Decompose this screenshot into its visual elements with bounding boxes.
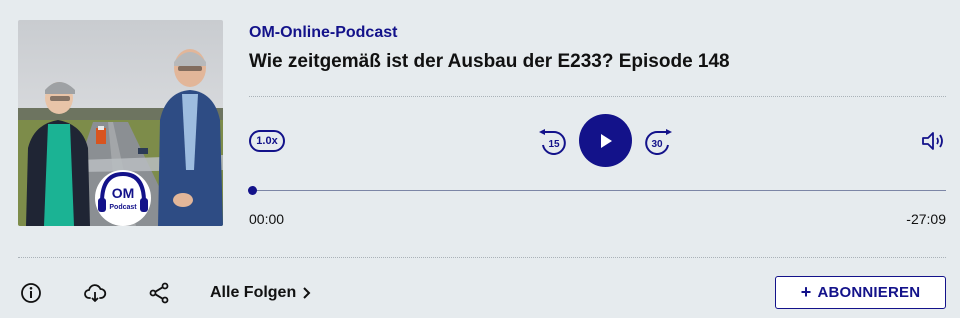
elapsed-time: 00:00 bbox=[249, 211, 285, 227]
chevron-right-icon bbox=[303, 287, 311, 299]
rewind-seconds-label: 15 bbox=[548, 139, 560, 150]
rewind-icon: 15 bbox=[539, 129, 566, 155]
share-icon bbox=[149, 282, 169, 304]
info-button[interactable] bbox=[19, 281, 43, 305]
forward-seconds-label: 30 bbox=[651, 139, 663, 150]
speaker-icon bbox=[922, 132, 943, 150]
progress-bar[interactable] bbox=[252, 190, 946, 191]
playback-speed-button[interactable]: 1.0x bbox=[249, 130, 285, 152]
info-icon bbox=[21, 283, 41, 303]
cloud-download-icon bbox=[84, 284, 107, 302]
episode-cover-image: OM Podcast bbox=[18, 20, 223, 226]
cover-logo-text: OM bbox=[112, 185, 135, 201]
forward-icon: 30 bbox=[645, 129, 672, 155]
subscribe-label: ABONNIEREN bbox=[817, 284, 921, 301]
share-button[interactable] bbox=[147, 281, 171, 305]
rewind-15-button[interactable]: 15 bbox=[537, 127, 569, 155]
download-button[interactable] bbox=[83, 281, 107, 305]
subscribe-button[interactable]: + ABONNIEREN bbox=[775, 276, 946, 309]
play-button[interactable] bbox=[579, 114, 632, 167]
remaining-time: -27:09 bbox=[906, 211, 946, 227]
progress-handle[interactable] bbox=[248, 186, 257, 195]
volume-button[interactable] bbox=[921, 130, 947, 152]
cover-logo-subtext: Podcast bbox=[109, 204, 137, 211]
podcast-name[interactable]: OM-Online-Podcast bbox=[249, 24, 397, 42]
plus-icon: + bbox=[800, 282, 812, 302]
divider bbox=[249, 96, 946, 97]
all-episodes-link[interactable]: Alle Folgen bbox=[210, 284, 312, 302]
forward-30-button[interactable]: 30 bbox=[642, 127, 674, 155]
play-icon bbox=[600, 133, 612, 148]
episode-title: Wie zeitgemäß ist der Ausbau der E233? E… bbox=[249, 51, 730, 72]
all-episodes-label: Alle Folgen bbox=[210, 284, 297, 301]
divider bbox=[18, 257, 946, 258]
